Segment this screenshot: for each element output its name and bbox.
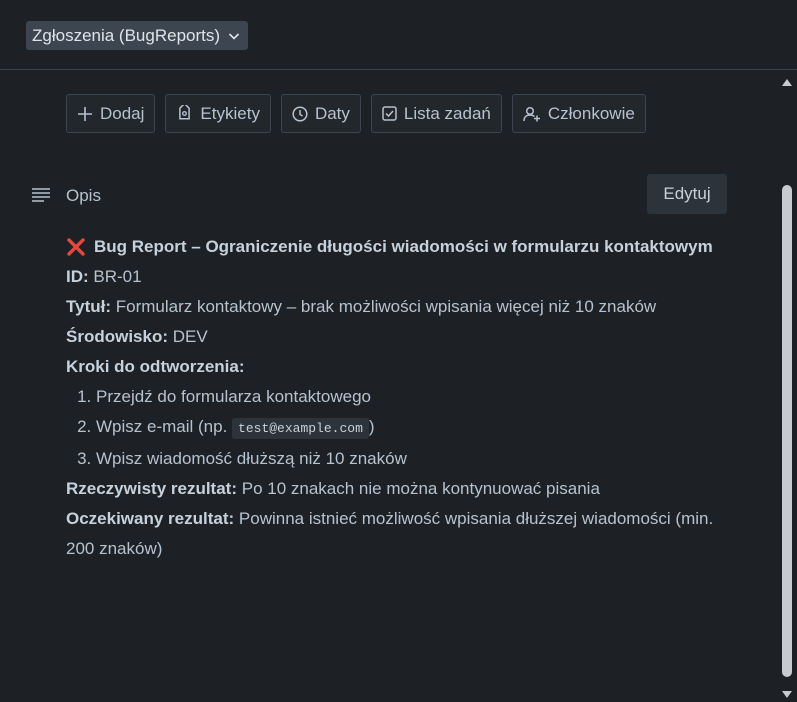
- header-bar: Zgłoszenia (BugReports): [0, 0, 797, 70]
- title-label: Tytuł:: [66, 297, 112, 316]
- steps-list: Przejdź do formularza kontaktowego Wpisz…: [66, 382, 746, 474]
- checklist-icon: [382, 106, 397, 121]
- clock-icon: [292, 105, 308, 122]
- add-member-icon: [523, 106, 540, 121]
- description-icon: [32, 188, 50, 202]
- list-item: Przejdź do formularza kontaktowego: [96, 382, 746, 412]
- tag-icon: [179, 105, 191, 120]
- scrollbar-thumb[interactable]: [782, 185, 792, 677]
- add-button[interactable]: Dodaj: [66, 94, 156, 133]
- step-2-close: ): [368, 417, 375, 436]
- steps-heading: Kroki do odtworzenia:: [66, 352, 746, 382]
- scroll-down-arrow-icon[interactable]: [781, 690, 793, 700]
- heading-text: Bug Report – Ograniczenie długości wiado…: [94, 237, 713, 256]
- expected-result-label: Oczekiwany rezultat:: [66, 509, 235, 528]
- step-3-text: Wpisz wiadomość dłuższą niż 10 znaków: [96, 449, 407, 468]
- members-button[interactable]: Członkowie: [511, 94, 646, 133]
- cross-mark-icon: [66, 237, 86, 257]
- environment-line: Środowisko: DEV: [66, 322, 746, 352]
- dates-button[interactable]: Daty: [280, 94, 361, 133]
- environment-label: Środowisko:: [66, 327, 169, 346]
- card-actions: Dodaj Etykiety Daty Lista zadań Członkow…: [66, 94, 646, 133]
- steps-label: Kroki do odtworzenia:: [66, 357, 245, 376]
- actual-result-value: Po 10 znakach nie można kontynuować pisa…: [241, 479, 600, 498]
- email-code: test@example.com: [232, 418, 369, 439]
- labels-button[interactable]: Etykiety: [165, 94, 271, 133]
- title-line: Tytuł: Formularz kontaktowy – brak możli…: [66, 292, 746, 322]
- description-content: Bug Report – Ograniczenie długości wiado…: [66, 232, 746, 564]
- step-2-text: Wpisz e-mail (np.: [96, 417, 228, 436]
- plus-icon: [78, 106, 92, 121]
- actual-result-line: Rzeczywisty rezultat: Po 10 znakach nie …: [66, 474, 746, 504]
- id-value: BR-01: [93, 267, 142, 286]
- id-label: ID:: [66, 267, 89, 286]
- edit-button[interactable]: Edytuj: [647, 174, 727, 214]
- step-1-text: Przejdź do formularza kontaktowego: [96, 387, 371, 406]
- chevron-down-icon: [228, 30, 240, 42]
- list-item: Wpisz wiadomość dłuższą niż 10 znaków: [96, 444, 746, 474]
- environment-value: DEV: [172, 327, 208, 346]
- actual-result-label: Rzeczywisty rezultat:: [66, 479, 237, 498]
- expected-result-line: Oczekiwany rezultat: Powinna istnieć moż…: [66, 504, 746, 564]
- dates-button-label: Daty: [314, 103, 350, 123]
- checklist-button-label: Lista zadań: [403, 103, 491, 123]
- list-select-dropdown[interactable]: Zgłoszenia (BugReports): [26, 21, 249, 50]
- checklist-button[interactable]: Lista zadań: [370, 94, 502, 133]
- description-title: Opis: [66, 186, 101, 205]
- scroll-up-arrow-icon[interactable]: [781, 77, 793, 87]
- add-button-label: Dodaj: [100, 103, 145, 123]
- labels-button-label: Etykiety: [200, 103, 260, 123]
- members-button-label: Członkowie: [547, 103, 635, 123]
- title-value: Formularz kontaktowy – brak możliwości w…: [115, 297, 657, 316]
- list-item: Wpisz e-mail (np. test@example.com): [96, 412, 746, 444]
- id-line: ID: BR-01: [66, 262, 746, 292]
- list-select-label: Zgłoszenia (BugReports): [32, 25, 221, 45]
- description-heading: Bug Report – Ograniczenie długości wiado…: [66, 232, 746, 262]
